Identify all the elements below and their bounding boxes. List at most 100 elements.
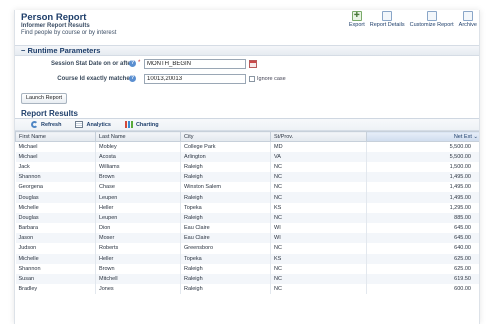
table-row[interactable]: Barbara Dion Eau Claire WI 645.00	[15, 223, 479, 234]
charting-button[interactable]: Charting	[124, 121, 159, 128]
table-row[interactable]: Judson Roberts Greensboro NC 640.00	[15, 243, 479, 254]
cell-net-ext: 1,495.00	[366, 182, 479, 193]
analytics-icon	[75, 121, 84, 128]
cell-net-ext: 619.50	[366, 273, 479, 285]
cell-state: NC	[270, 161, 367, 173]
table-row[interactable]: Douglas Leupen Raleigh NC 885.00	[15, 212, 479, 223]
cell-city: Topeka	[180, 202, 271, 213]
analytics-label: Analytics	[86, 121, 111, 128]
cell-first-name: Barbara	[15, 223, 96, 234]
cell-city: College Park	[180, 141, 271, 152]
cell-net-ext: 5,500.00	[366, 151, 479, 162]
cell-state: NC	[270, 212, 367, 223]
customize-report-button[interactable]: Customize Report	[410, 11, 454, 28]
column-header-state[interactable]: St/Prov.	[270, 131, 367, 142]
ignore-case-checkbox[interactable]	[249, 76, 255, 82]
cell-first-name: Jack	[15, 161, 96, 173]
report-toolbar: ✚ Export Report Details Customize Report…	[344, 11, 477, 28]
cell-net-ext: 885.00	[366, 212, 479, 223]
cell-city: Winston Salem	[180, 182, 271, 193]
report-details-button[interactable]: Report Details	[370, 11, 405, 28]
report-window: Person Report Informer Report Results Fi…	[14, 10, 480, 324]
cell-net-ext: 1,295.00	[366, 202, 479, 213]
cell-first-name: Douglas	[15, 192, 96, 203]
archive-label: Archive	[458, 22, 477, 28]
course-id-help-icon[interactable]: ?	[129, 75, 136, 82]
calendar-icon[interactable]	[249, 60, 257, 68]
table-row[interactable]: Douglas Leupen Raleigh NC 1,495.00	[15, 192, 479, 203]
cell-state: WI	[270, 223, 367, 234]
cell-state: WI	[270, 233, 367, 244]
results-table: First Name Last Name City St/Prov. Net E…	[15, 131, 479, 295]
cell-first-name: Judson	[15, 243, 96, 254]
table-row[interactable]: Shannon Brown Raleigh NC 1,495.00	[15, 172, 479, 183]
cell-last-name: Williams	[95, 161, 181, 173]
cell-last-name: Brown	[95, 172, 181, 183]
cell-last-name: Moser	[95, 233, 181, 244]
table-row[interactable]: Jack Williams Raleigh NC 1,500.00	[15, 161, 479, 173]
cell-last-name: Mitchell	[95, 273, 181, 285]
table-header-row: First Name Last Name City St/Prov. Net E…	[15, 131, 479, 142]
table-row[interactable]: Michelle Heller Topeka KS 1,295.00	[15, 202, 479, 213]
start-date-input[interactable]	[144, 59, 246, 69]
cell-first-name: Michelle	[15, 253, 96, 264]
cell-city: Raleigh	[180, 212, 271, 223]
collapse-icon[interactable]: −	[21, 46, 25, 55]
cell-city: Raleigh	[180, 273, 271, 285]
cell-last-name: Heller	[95, 202, 181, 213]
table-row[interactable]: Shannon Brown Raleigh NC 625.00	[15, 263, 479, 274]
results-toolbar: Refresh Analytics Charting	[15, 119, 479, 131]
table-row[interactable]: Georgena Chase Winston Salem NC 1,495.00	[15, 182, 479, 193]
column-header-first-name[interactable]: First Name	[15, 131, 96, 142]
refresh-button[interactable]: Refresh	[31, 121, 61, 128]
table-row[interactable]: Michael Mobley College Park MD 5,500.00	[15, 141, 479, 152]
cell-city: Raleigh	[180, 172, 271, 183]
bar-chart-icon	[124, 121, 133, 128]
column-header-city[interactable]: City	[180, 131, 271, 142]
cell-state: NC	[270, 182, 367, 193]
start-date-label: Session Stat Date on or after	[50, 61, 133, 67]
report-details-label: Report Details	[369, 22, 405, 28]
cell-state: NC	[270, 284, 367, 295]
cell-state: KS	[270, 253, 367, 264]
launch-report-button[interactable]: Launch Report	[21, 93, 68, 104]
cell-city: Greensboro	[180, 243, 271, 254]
cell-first-name: Michael	[15, 141, 96, 152]
cell-city: Eau Claire	[180, 233, 271, 244]
export-button[interactable]: ✚ Export	[349, 11, 365, 28]
refresh-icon	[31, 121, 38, 128]
cell-state: NC	[270, 273, 367, 285]
cell-last-name: Leupen	[95, 212, 181, 223]
cell-first-name: Georgena	[15, 182, 96, 193]
required-asterisk: *	[138, 60, 141, 66]
start-date-help-icon[interactable]: ?	[129, 60, 136, 67]
export-label: Export	[348, 22, 365, 28]
cell-first-name: Susan	[15, 273, 96, 285]
course-id-input[interactable]	[144, 74, 246, 84]
column-header-last-name[interactable]: Last Name	[95, 131, 181, 142]
cell-last-name: Heller	[95, 253, 181, 264]
archive-button[interactable]: Archive	[459, 11, 477, 28]
cell-state: NC	[270, 243, 367, 254]
cell-city: Eau Claire	[180, 223, 271, 234]
cell-city: Raleigh	[180, 192, 271, 203]
table-row[interactable]: Susan Mitchell Raleigh NC 619.50	[15, 273, 479, 285]
cell-city: Raleigh	[180, 161, 271, 173]
table-row[interactable]: Michael Acosta Arlington VA 5,500.00	[15, 151, 479, 162]
runtime-parameters-header[interactable]: − Runtime Parameters	[15, 45, 479, 56]
cell-net-ext: 645.00	[366, 233, 479, 244]
refresh-label: Refresh	[41, 121, 62, 128]
cell-net-ext: 645.00	[366, 223, 479, 234]
cell-last-name: Roberts	[95, 243, 181, 254]
table-row[interactable]: Michelle Heller Topeka KS 625.00	[15, 253, 479, 264]
table-row[interactable]: Bradley Jones Raleigh NC 600.00	[15, 284, 479, 295]
cell-net-ext: 640.00	[366, 243, 479, 254]
cell-state: NC	[270, 172, 367, 183]
table-row[interactable]: Jason Moser Eau Claire WI 645.00	[15, 233, 479, 244]
cell-net-ext: 625.00	[366, 253, 479, 264]
column-header-net-ext[interactable]: Net Ext ⌄	[366, 131, 479, 142]
cell-state: NC	[270, 263, 367, 274]
course-id-row: Course Id exactly matches ? Ignore case	[15, 74, 479, 86]
cell-last-name: Chase	[95, 182, 181, 193]
analytics-button[interactable]: Analytics	[75, 121, 111, 128]
